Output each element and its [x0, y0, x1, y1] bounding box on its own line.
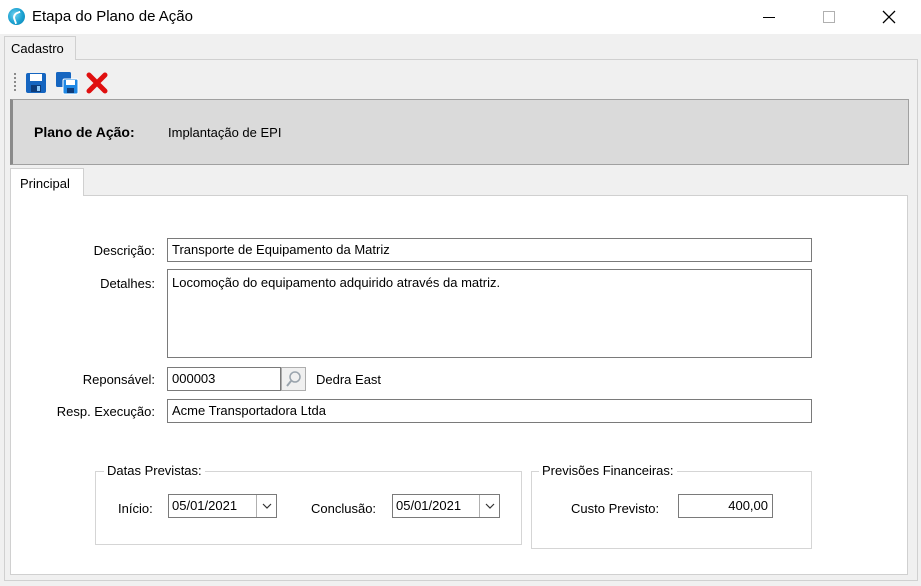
responsavel-code-input[interactable]: 000003	[167, 367, 281, 391]
search-icon	[286, 371, 301, 387]
minimize-icon	[763, 16, 775, 18]
descricao-label: Descrição:	[93, 243, 155, 258]
conclusao-label: Conclusão:	[311, 501, 377, 516]
close-icon	[882, 10, 896, 24]
plan-header	[10, 99, 909, 165]
delete-icon	[86, 72, 108, 94]
plan-value: Implantação de EPI	[168, 125, 282, 140]
tab-cadastro[interactable]: Cadastro	[4, 36, 76, 60]
datas-previstas-legend: Datas Previstas:	[104, 463, 205, 478]
maximize-button[interactable]	[806, 0, 852, 34]
conclusao-date-picker[interactable]: 05/01/2021	[392, 494, 500, 518]
maximize-icon	[823, 11, 835, 23]
conclusao-date-value: 05/01/2021	[396, 498, 462, 513]
custo-previsto-label: Custo Previsto:	[571, 501, 660, 516]
chevron-down-icon	[485, 503, 494, 509]
detalhes-textarea[interactable]: Locomoção do equipamento adquirido atrav…	[167, 269, 812, 358]
tab-principal[interactable]: Principal	[10, 168, 84, 196]
conclusao-dropdown-button[interactable]	[479, 495, 499, 517]
resp-execucao-label: Resp. Execução:	[56, 404, 155, 419]
descricao-input[interactable]: Transporte de Equipamento da Matriz	[167, 238, 812, 262]
inicio-label: Início:	[118, 501, 153, 516]
window-title: Etapa do Plano de Ação	[32, 8, 193, 25]
app-logo-icon	[8, 8, 25, 25]
minimize-button[interactable]	[746, 0, 792, 34]
responsavel-lookup-button[interactable]	[281, 367, 306, 391]
detalhes-label: Detalhes:	[100, 276, 155, 291]
toolbar-grip[interactable]	[14, 73, 16, 93]
inicio-dropdown-button[interactable]	[256, 495, 276, 517]
inicio-date-picker[interactable]: 05/01/2021	[168, 494, 277, 518]
custo-previsto-input[interactable]: 400,00	[678, 494, 773, 518]
previsoes-financeiras-legend: Previsões Financeiras:	[539, 463, 677, 478]
save-button[interactable]	[24, 71, 48, 95]
responsavel-name: Dedra East	[316, 372, 382, 387]
save-all-icon	[56, 72, 79, 95]
chevron-down-icon	[262, 503, 271, 509]
delete-button[interactable]	[85, 71, 109, 95]
save-all-button[interactable]	[55, 71, 79, 95]
inicio-date-value: 05/01/2021	[172, 498, 238, 513]
resp-execucao-input[interactable]: Acme Transportadora Ltda	[167, 399, 812, 423]
close-button[interactable]	[866, 0, 912, 34]
plan-label: Plano de Ação:	[34, 124, 135, 140]
save-icon	[26, 73, 46, 93]
responsavel-label: Reponsável:	[82, 372, 155, 387]
